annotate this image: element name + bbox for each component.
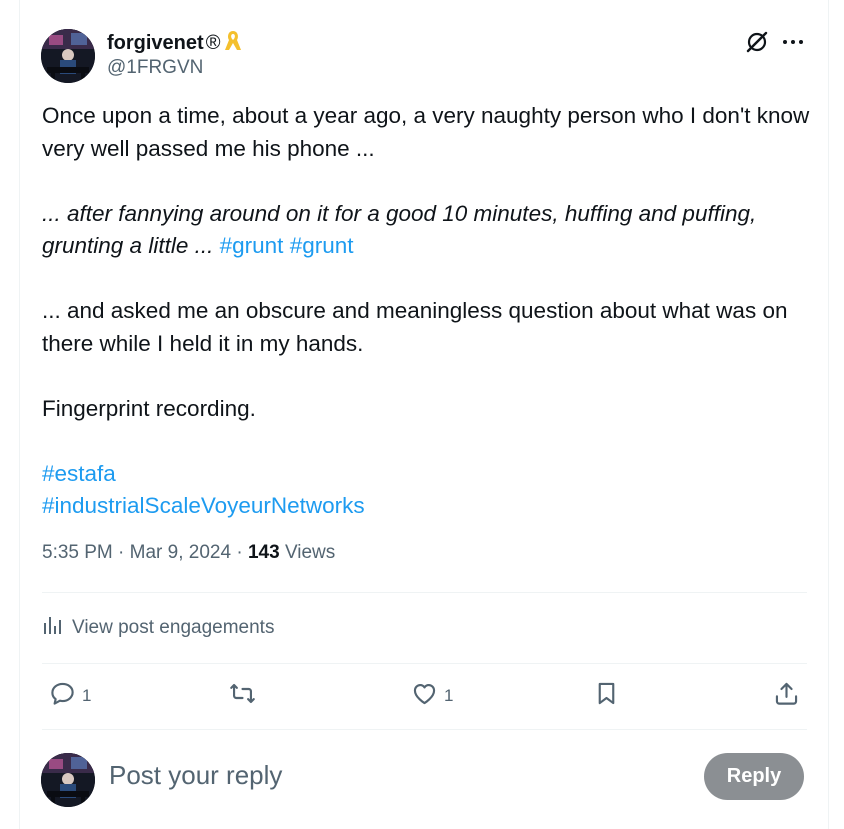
author-name-row[interactable]: forgivenet ®	[107, 29, 243, 58]
views-label: Views	[284, 542, 336, 563]
hashtag-link[interactable]: #industrialScaleVoyeurNetworks	[42, 490, 812, 523]
post-hashtags: #estafa #industrialScaleVoyeurNetworks	[42, 458, 812, 523]
meta-separator: ·	[118, 542, 125, 563]
post-paragraph-3: ... and asked me an obscure and meaningl…	[42, 298, 788, 356]
hashtag-link[interactable]: #grunt	[290, 233, 354, 258]
view-engagements-link[interactable]: View post engagements	[42, 614, 274, 642]
post-paragraph-2: ... after fannying around on it for a go…	[42, 198, 812, 263]
share-button[interactable]	[773, 680, 800, 712]
hashtag-link[interactable]: #grunt	[220, 233, 284, 258]
repost-icon	[229, 680, 256, 712]
more-options-icon[interactable]	[780, 29, 806, 55]
like-button[interactable]: 1	[411, 680, 453, 712]
meta-separator: ·	[236, 542, 243, 563]
reply-button[interactable]: 1	[49, 680, 91, 712]
share-icon	[773, 680, 800, 712]
post-time[interactable]: 5:35 PM	[42, 542, 113, 563]
registered-mark: ®	[205, 32, 221, 54]
analytics-icon	[42, 614, 64, 642]
heart-icon	[411, 680, 438, 712]
post-italic-text: ... after fannying around on it for a go…	[42, 200, 757, 259]
bookmark-icon	[593, 680, 620, 712]
grok-icon[interactable]	[744, 29, 770, 55]
post-paragraph-4: Fingerprint recording.	[42, 395, 256, 421]
reply-input[interactable]: Post your reply	[109, 760, 282, 791]
post-date[interactable]: Mar 9, 2024	[130, 542, 231, 563]
author-avatar[interactable]	[41, 29, 95, 83]
reply-count: 1	[82, 686, 92, 705]
repost-button[interactable]	[229, 680, 262, 712]
divider	[42, 663, 807, 664]
divider	[42, 729, 807, 730]
reply-submit-button[interactable]: Reply	[704, 753, 804, 800]
views-count: 143	[247, 542, 280, 563]
post-text: Once upon a time, about a year ago, a ve…	[42, 100, 812, 523]
view-engagements-label: View post engagements	[72, 617, 275, 638]
yellow-ribbon-icon	[223, 29, 243, 58]
author-display-name[interactable]: forgivenet	[107, 32, 204, 55]
hashtag-link[interactable]: #estafa	[42, 458, 812, 491]
author-handle[interactable]: @1FRGVN	[107, 57, 203, 79]
reply-icon	[49, 680, 76, 712]
post-card: forgivenet ® @1FRGVN Once upon a time, a…	[19, 0, 829, 829]
bookmark-button[interactable]	[593, 680, 620, 712]
post-meta: 5:35 PM · Mar 9, 2024 · 143 Views	[42, 542, 335, 564]
divider	[42, 592, 807, 593]
like-count: 1	[444, 686, 454, 705]
post-paragraph-1: Once upon a time, about a year ago, a ve…	[42, 103, 810, 161]
current-user-avatar[interactable]	[41, 753, 95, 807]
